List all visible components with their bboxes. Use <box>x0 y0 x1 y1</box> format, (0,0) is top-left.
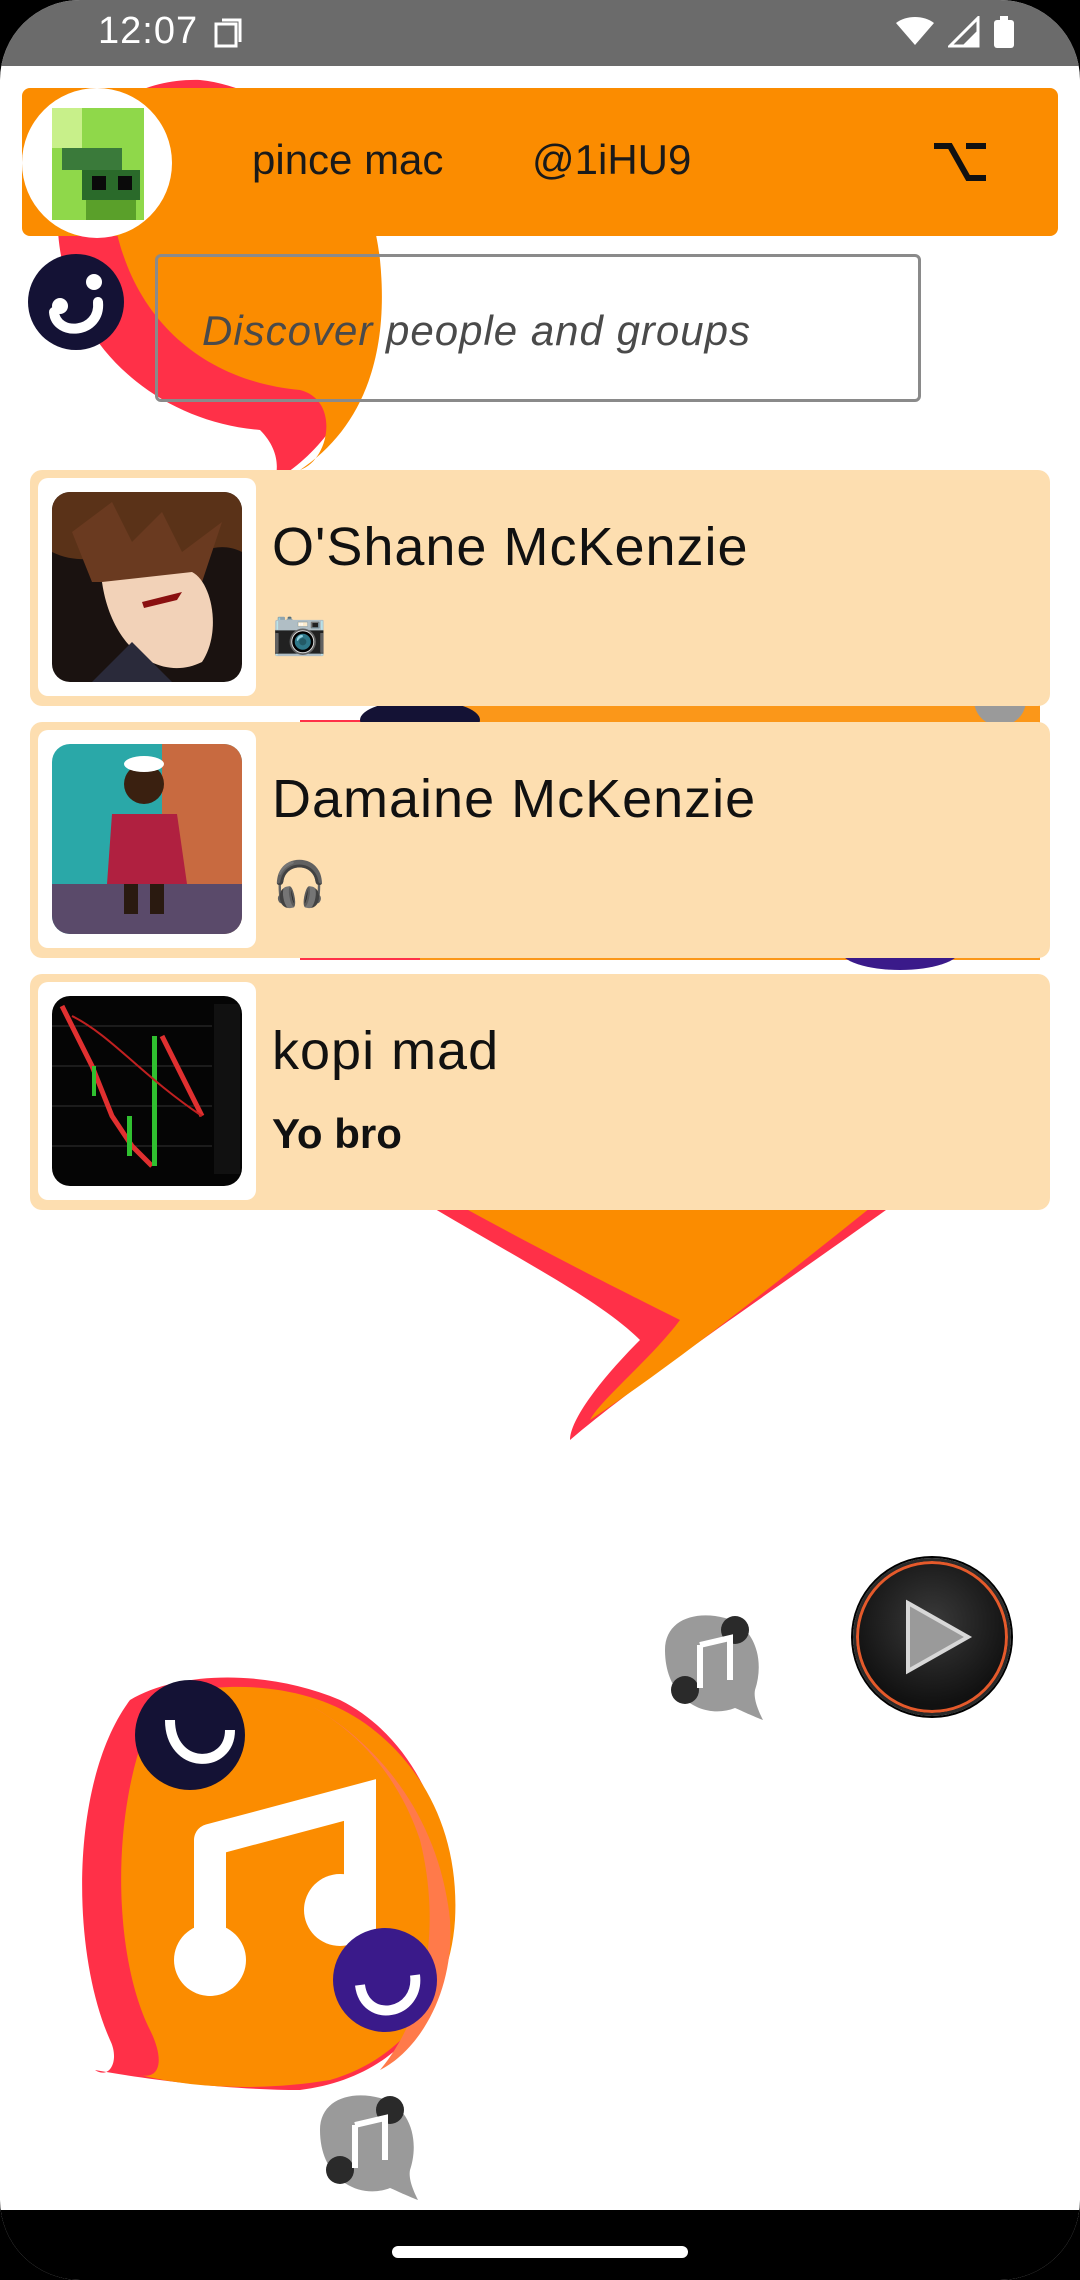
discover-logo-icon[interactable] <box>26 242 126 358</box>
user-name: pince mac <box>252 136 444 183</box>
status-time: 12:07 <box>98 10 199 52</box>
chat-preview: 📷 <box>272 608 327 657</box>
chat-name: Damaine McKenzie <box>272 769 757 829</box>
play-icon <box>906 1599 973 1675</box>
home-gesture-handle[interactable] <box>392 2246 688 2258</box>
pixel-avatar-image <box>52 108 144 220</box>
chat-list-item[interactable]: Damaine McKenzie 🎧 <box>30 722 1050 958</box>
chat-avatar-frame <box>38 730 256 948</box>
bottom-logo-art <box>82 1677 456 2090</box>
option-key-icon[interactable] <box>932 138 988 186</box>
chat-avatar-frame <box>38 982 256 1200</box>
navigation-bar <box>0 2210 1080 2280</box>
screenshot-icon <box>214 18 242 48</box>
status-bar: 12:07 <box>0 0 1080 66</box>
chat-name: kopi mad <box>272 1021 500 1081</box>
search-placeholder: Discover people and groups <box>202 307 751 354</box>
grey-music-chat-icon <box>665 1615 763 1720</box>
chat-list-item[interactable]: O'Shane McKenzie 📷 <box>30 470 1050 706</box>
chat-name: O'Shane McKenzie <box>272 517 749 577</box>
app-header: pince mac @1iHU9 <box>22 88 1058 238</box>
chat-avatar-frame <box>38 478 256 696</box>
chat-avatar-image <box>52 996 242 1186</box>
app-screen: 12:07 pince mac @1iHU9 Discover people a… <box>0 0 1080 2280</box>
chat-avatar-image <box>52 744 242 934</box>
signal-icon <box>948 16 980 48</box>
play-button[interactable] <box>853 1558 1011 1716</box>
battery-icon <box>994 16 1014 48</box>
chat-list-item[interactable]: kopi mad Yo bro <box>30 974 1050 1210</box>
grey-music-chat-icon-bottom <box>320 2095 418 2200</box>
chat-preview: Yo bro <box>272 1110 402 1157</box>
chat-avatar-image <box>52 492 242 682</box>
user-handle: @1iHU9 <box>532 136 692 183</box>
chat-preview: 🎧 <box>272 860 327 909</box>
user-avatar[interactable] <box>22 88 172 238</box>
status-icons <box>896 16 1014 48</box>
wifi-icon <box>896 17 934 45</box>
search-input[interactable]: Discover people and groups <box>155 254 921 402</box>
